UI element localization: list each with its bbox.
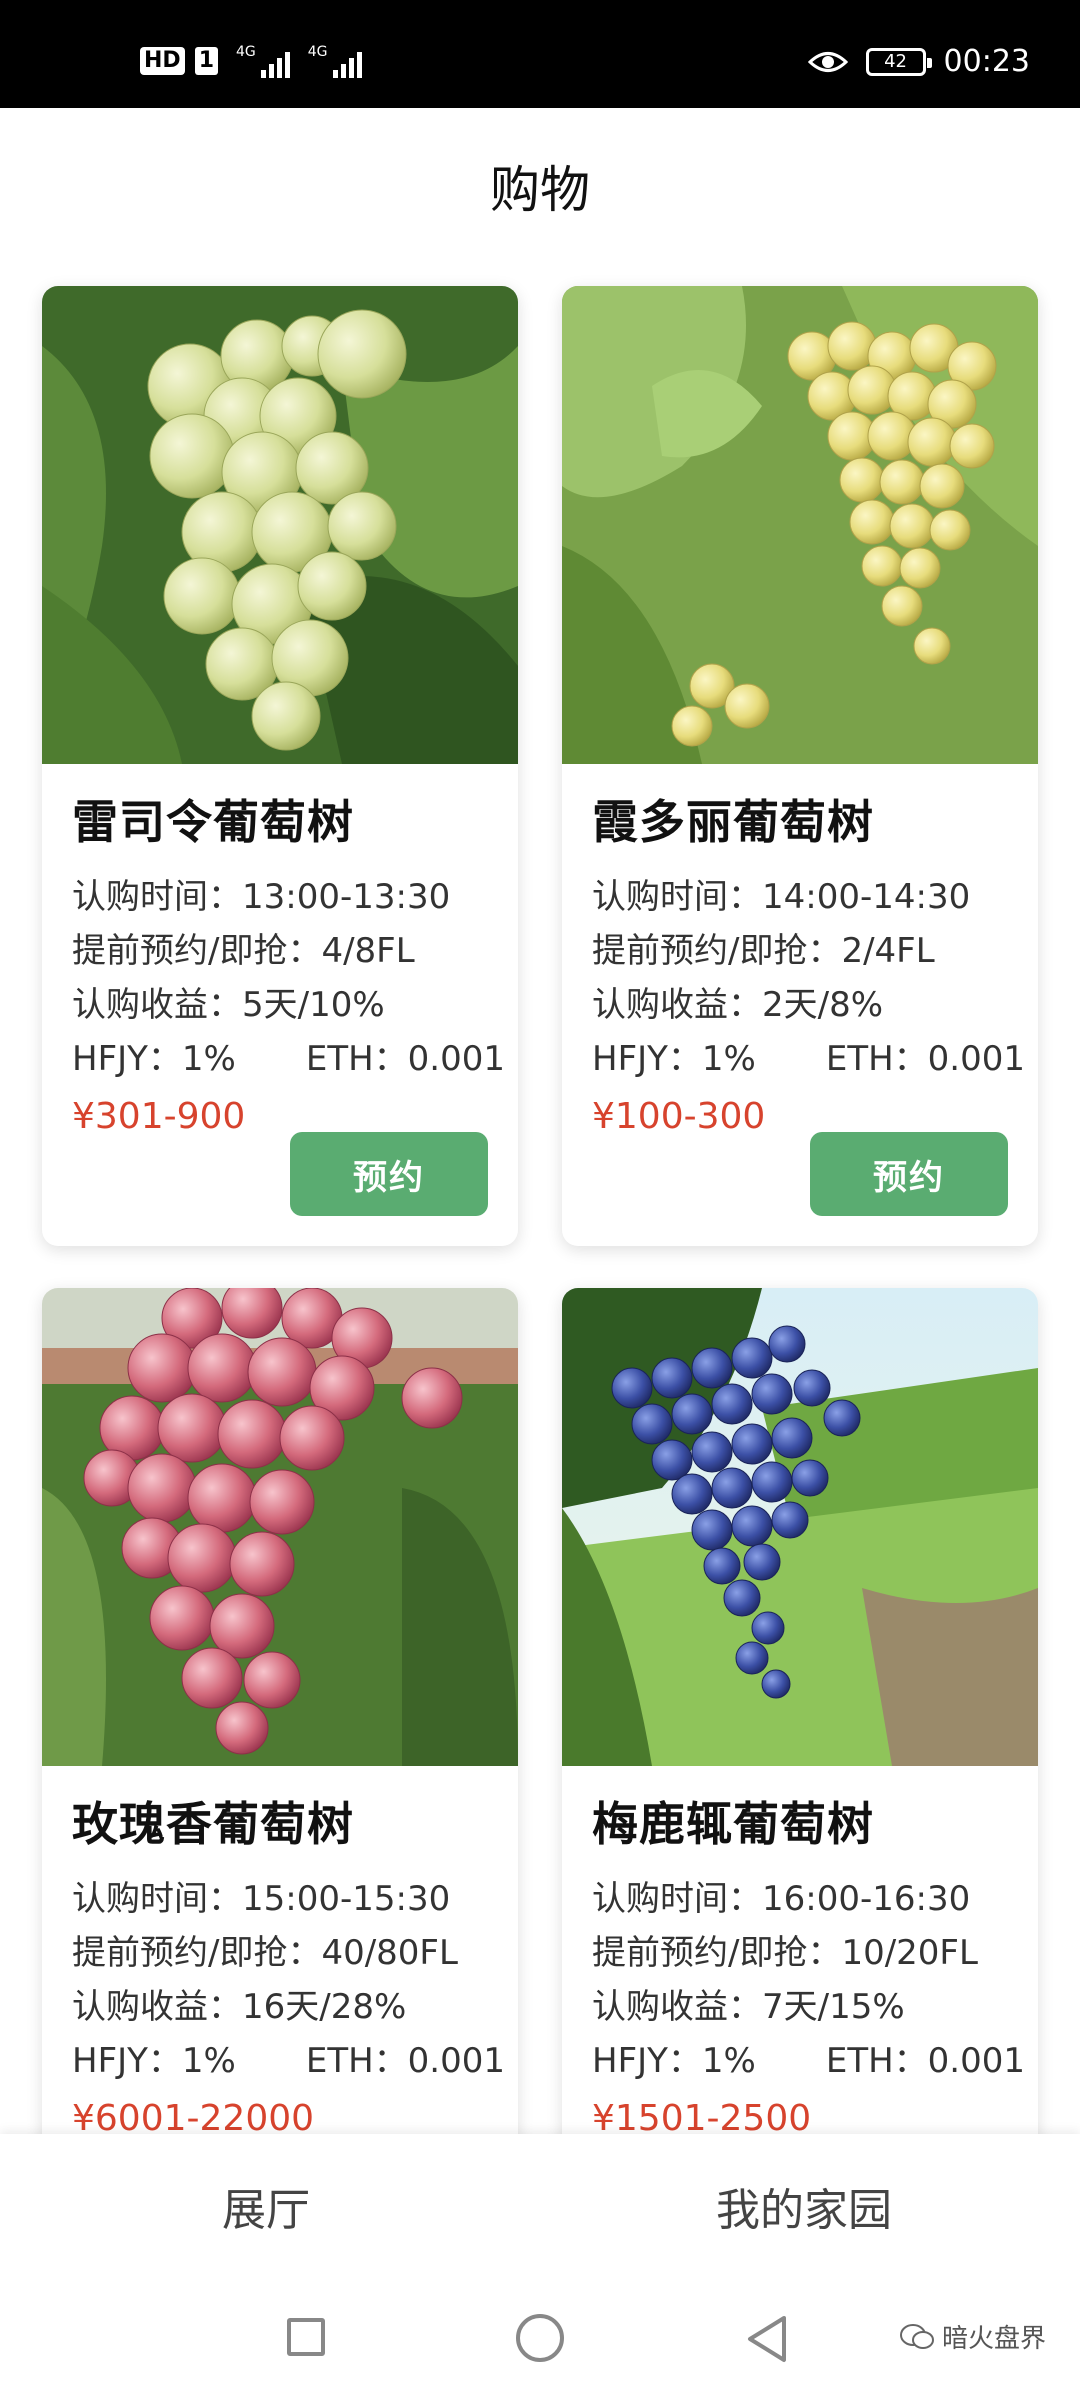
status-left: HD 1 4G 4G bbox=[140, 44, 362, 78]
battery-level: 42 bbox=[884, 51, 907, 72]
eth-rate: ETH：0.001 bbox=[825, 2041, 1026, 2081]
product-image-green-grapes bbox=[42, 286, 518, 764]
product-card[interactable]: 梅鹿辄葡萄树 认购时间：16:00-16:30 提前预约/即抢：10/20FL … bbox=[562, 1288, 1038, 2188]
subscription-income: 认购收益：7天/15% bbox=[592, 1987, 905, 2027]
reservation-ratio: 提前预约/即抢：2/4FL bbox=[592, 931, 935, 971]
eth-rate: ETH：0.001 bbox=[305, 1039, 506, 1079]
hd-badge: HD bbox=[140, 47, 185, 75]
hfjy-rate: HFJY：1% bbox=[592, 2041, 756, 2081]
watermark: 暗火盘界 bbox=[899, 2318, 1046, 2355]
product-card[interactable]: 雷司令葡萄树 认购时间：13:00-13:30 提前预约/即抢：4/8FL 认购… bbox=[42, 286, 518, 1246]
eth-rate: ETH：0.001 bbox=[825, 1039, 1026, 1079]
product-image-white-grapes bbox=[562, 286, 1038, 764]
recent-apps-icon[interactable] bbox=[287, 2318, 325, 2356]
page-title: 购物 bbox=[490, 161, 590, 219]
product-name: 梅鹿辄葡萄树 bbox=[592, 1797, 874, 1851]
hfjy-rate: HFJY：1% bbox=[72, 2041, 236, 2081]
subscription-income: 认购收益：2天/8% bbox=[592, 985, 884, 1025]
eye-icon bbox=[807, 51, 848, 72]
product-name: 霞多丽葡萄树 bbox=[592, 795, 874, 849]
sim-badge: 1 bbox=[194, 47, 218, 75]
product-card[interactable]: 霞多丽葡萄树 认购时间：14:00-14:30 提前预约/即抢：2/4FL 认购… bbox=[562, 286, 1038, 1246]
tab-my-home[interactable]: 我的家园 bbox=[716, 2174, 892, 2238]
subscription-time: 认购时间：16:00-16:30 bbox=[592, 1879, 971, 1919]
reserve-button[interactable]: 预约 bbox=[810, 1132, 1008, 1216]
battery-icon: 42 bbox=[865, 47, 932, 76]
subscription-time: 认购时间：15:00-15:30 bbox=[72, 1879, 451, 1919]
system-nav-bar: 暗火盘界 bbox=[0, 2274, 1080, 2400]
eth-rate: ETH：0.001 bbox=[305, 2041, 506, 2081]
subscription-income: 认购收益：16天/28% bbox=[72, 1987, 407, 2027]
signal-icon-2: 4G bbox=[308, 44, 362, 78]
hfjy-rate: HFJY：1% bbox=[592, 1039, 756, 1079]
reservation-ratio: 提前预约/即抢：10/20FL bbox=[592, 1933, 978, 1973]
bottom-tab-bar: 展厅 我的家园 bbox=[0, 2134, 1080, 2274]
fee-row: HFJY：1% ETH：0.001 bbox=[592, 1032, 1025, 1086]
home-icon[interactable] bbox=[516, 2314, 564, 2362]
reservation-ratio: 提前预约/即抢：40/80FL bbox=[72, 1933, 458, 1973]
status-bar: HD 1 4G 4G 42 00:23 bbox=[0, 0, 1080, 108]
reserve-button[interactable]: 预约 bbox=[290, 1132, 488, 1216]
tab-showroom[interactable]: 展厅 bbox=[222, 2174, 310, 2238]
product-card[interactable]: 玫瑰香葡萄树 认购时间：15:00-15:30 提前预约/即抢：40/80FL … bbox=[42, 1288, 518, 2188]
status-right: 42 00:23 bbox=[807, 44, 1030, 79]
wechat-icon bbox=[899, 2323, 934, 2349]
back-icon[interactable] bbox=[744, 2314, 788, 2364]
reservation-ratio: 提前预约/即抢：4/8FL bbox=[72, 931, 415, 971]
subscription-time: 认购时间：13:00-13:30 bbox=[72, 877, 451, 917]
fee-row: HFJY：1% ETH：0.001 bbox=[592, 2034, 1025, 2088]
network-type-2: 4G bbox=[307, 44, 328, 60]
product-name: 玫瑰香葡萄树 bbox=[72, 1797, 354, 1851]
clock: 00:23 bbox=[943, 44, 1030, 79]
product-name: 雷司令葡萄树 bbox=[72, 795, 354, 849]
fee-row: HFJY：1% ETH：0.001 bbox=[72, 2034, 505, 2088]
product-image-blue-grapes bbox=[562, 1288, 1038, 1766]
watermark-text: 暗火盘界 bbox=[941, 2324, 1046, 2354]
subscription-time: 认购时间：14:00-14:30 bbox=[592, 877, 971, 917]
product-image-red-grapes bbox=[42, 1288, 518, 1766]
subscription-income: 认购收益：5天/10% bbox=[72, 985, 385, 1025]
network-type-1: 4G bbox=[236, 44, 256, 60]
signal-icon: 4G bbox=[236, 44, 290, 78]
fee-row: HFJY：1% ETH：0.001 bbox=[72, 1032, 505, 1086]
hfjy-rate: HFJY：1% bbox=[72, 1039, 236, 1079]
